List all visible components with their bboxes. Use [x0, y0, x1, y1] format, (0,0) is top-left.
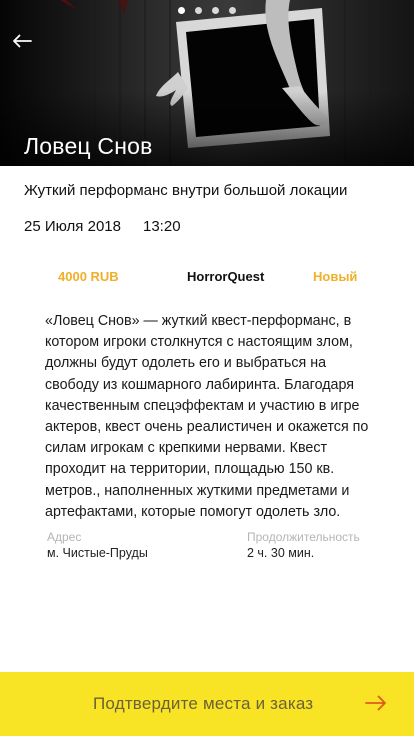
- organizer-name: HorrorQuest: [187, 269, 265, 284]
- address-label: Адрес: [47, 530, 82, 544]
- carousel-dot[interactable]: [178, 7, 185, 14]
- confirm-order-label: Подтвердите места и заказ: [93, 694, 314, 713]
- arrow-left-icon: [13, 34, 32, 48]
- carousel-dot[interactable]: [229, 7, 236, 14]
- arrow-right-icon: [365, 695, 386, 711]
- event-time: 13:20: [143, 218, 181, 235]
- duration-label: Продолжительность: [247, 530, 360, 544]
- event-subtitle: Жуткий перформанс внутри большой локации: [24, 182, 348, 199]
- confirm-order-button[interactable]: Подтвердите места и заказ: [0, 672, 414, 736]
- duration-value: 2 ч. 30 мин.: [247, 546, 315, 560]
- event-date: 25 Июля 2018: [24, 218, 121, 235]
- back-button[interactable]: [12, 34, 44, 62]
- event-description: «Ловец Снов» — жуткий квест-перформанс, …: [45, 313, 369, 520]
- carousel-dot[interactable]: [195, 7, 202, 14]
- price-label: 4000 RUB: [58, 269, 119, 284]
- hero-image: Ловец Снов: [0, 0, 414, 166]
- carousel-dot[interactable]: [212, 7, 219, 14]
- event-title: Ловец Снов: [24, 133, 153, 159]
- status-badge: Новый: [313, 269, 358, 284]
- carousel-indicator[interactable]: [178, 7, 236, 14]
- address-value: м. Чистые-Пруды: [47, 546, 148, 560]
